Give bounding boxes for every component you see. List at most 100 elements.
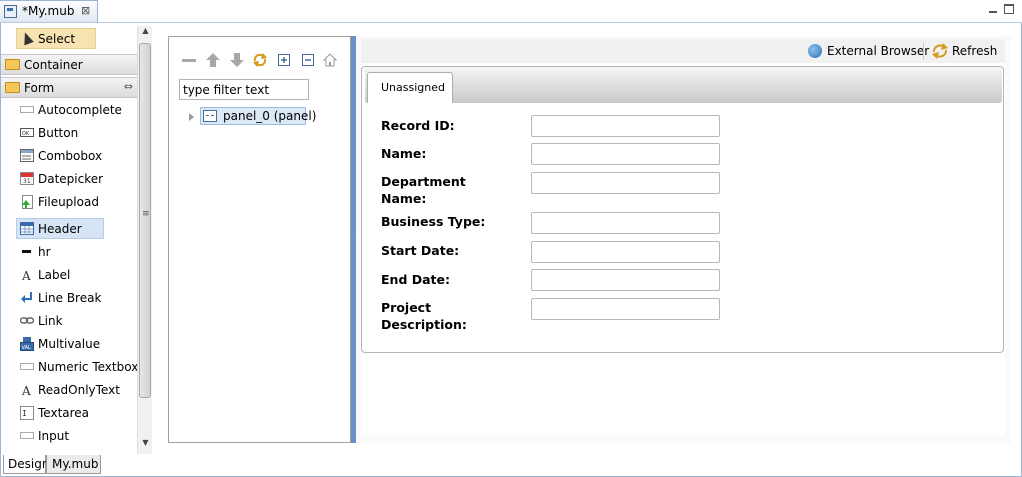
move-up-icon[interactable] (206, 53, 220, 67)
scrollbar-thumb[interactable] (139, 43, 151, 398)
maximize-icon[interactable] (1004, 4, 1014, 14)
tab-unassigned-label: Unassigned (381, 81, 445, 94)
tab-design[interactable]: Design (3, 455, 50, 474)
tab-design-label: Design (8, 457, 50, 471)
palette-item-label: ReadOnlyText (38, 383, 120, 397)
department-name-field[interactable] (531, 172, 720, 194)
expand-all-icon[interactable] (277, 53, 291, 67)
palette-item-multivalue[interactable]: VAL Multivalue (0, 333, 136, 355)
palette-item-readonlytext[interactable]: A ReadOnlyText (0, 379, 136, 401)
palette-item-label: Datepicker (38, 172, 104, 186)
palette-select-tool[interactable]: Select (16, 28, 96, 49)
end-date-label: End Date: (381, 272, 451, 287)
label-a-icon: A (20, 383, 34, 398)
palette-item-label: Header (38, 222, 82, 236)
textbox-icon (20, 429, 34, 442)
refresh-icon[interactable] (253, 53, 267, 67)
tab-source[interactable]: My.mub (46, 455, 101, 474)
editor-tab-strip (0, 0, 1022, 23)
upload-icon (20, 195, 34, 209)
end-date-field[interactable] (531, 269, 720, 291)
name-label: Name: (381, 146, 427, 161)
business-type-field[interactable] (531, 212, 720, 234)
toolbar-separator (923, 43, 924, 60)
tree-node-label: panel_0 (panel) (223, 109, 317, 123)
globe-icon (808, 44, 822, 58)
palette-item-label: Combobox (38, 149, 103, 163)
palette-scrollbar[interactable]: ▲ ▼ (137, 26, 152, 454)
drawer-form[interactable]: Form ⇔ (1, 77, 137, 98)
select-tool-label: Select (38, 32, 76, 46)
tab-source-label: My.mub (52, 457, 99, 471)
palette-item-textarea[interactable]: I Textarea (0, 402, 136, 424)
svg-text:I: I (22, 409, 27, 418)
record-id-field[interactable] (531, 115, 720, 137)
palette-item-label: Button (38, 126, 79, 140)
business-type-label: Business Type: (381, 214, 486, 229)
palette-item-hr[interactable]: hr (0, 241, 136, 263)
palette-item-button[interactable]: OK Button (0, 122, 136, 144)
project-description-field[interactable] (531, 298, 720, 320)
palette-item-label: Textarea (38, 406, 90, 420)
name-field[interactable] (531, 143, 720, 165)
move-down-icon[interactable] (230, 53, 244, 67)
sash-grip-icon[interactable] (351, 230, 362, 248)
drawer-container-label: Container (24, 58, 83, 72)
hr-line-icon (20, 245, 34, 258)
minimize-icon[interactable] (988, 4, 998, 14)
drawer-container[interactable]: Container (1, 54, 137, 75)
mub-file-icon (4, 5, 17, 18)
start-date-label: Start Date: (381, 243, 460, 258)
home-icon[interactable] (322, 53, 338, 67)
svg-text:VAL: VAL (22, 345, 32, 351)
collapse-all-icon[interactable] (301, 53, 315, 67)
palette-item-label: Link (38, 314, 63, 328)
palette-item-label: Input (38, 429, 70, 443)
palette-item-label: Line Break (38, 291, 102, 305)
collapse-icon[interactable]: ⇔ (124, 80, 133, 93)
scroll-up-arrow-icon[interactable]: ▲ (139, 26, 152, 40)
label-a-icon: A (20, 268, 34, 283)
folder-icon (5, 59, 20, 70)
tab-unassigned[interactable]: Unassigned (367, 72, 453, 103)
textbox-icon (20, 360, 34, 373)
scroll-down-arrow-icon[interactable]: ▼ (139, 438, 152, 452)
palette-item-fileupload[interactable]: Fileupload (0, 191, 136, 213)
project-description-label: Project Description: (381, 300, 467, 332)
calendar-icon: 31 (20, 172, 34, 185)
palette-item-numeric-textbox[interactable]: Numeric Textbox (0, 356, 139, 378)
external-browser-label: External Browser (827, 44, 930, 58)
palette-item-combobox[interactable]: Combobox (0, 145, 136, 167)
palette-item-datepicker[interactable]: 31 Datepicker (0, 168, 136, 190)
record-id-label: Record ID: (381, 118, 455, 133)
palette-item-label: hr (38, 245, 51, 259)
folder-open-icon (5, 82, 20, 93)
svg-text:OK: OK (22, 131, 30, 137)
panel-icon (203, 110, 217, 122)
editor-tab-my-mub[interactable]: *My.mub ⊠ (0, 0, 98, 22)
chain-link-icon (19, 314, 35, 327)
panel-tab-bar (365, 67, 1002, 103)
start-date-field[interactable] (531, 241, 720, 263)
palette-item-header[interactable]: Header (0, 218, 136, 240)
drawer-form-label: Form (24, 81, 55, 95)
close-icon[interactable]: ⊠ (81, 4, 90, 17)
svg-text:31: 31 (23, 178, 31, 185)
refresh-icon (932, 43, 948, 63)
tree-expand-arrow-icon[interactable] (189, 113, 194, 121)
palette-item-label: Multivalue (38, 337, 101, 351)
palette-item-label[interactable]: A Label (0, 264, 136, 286)
svg-text:A: A (21, 384, 31, 396)
tree-node-panel-0[interactable]: panel_0 (panel) (200, 107, 316, 125)
filter-input[interactable] (179, 79, 309, 100)
palette-item-autocomplete[interactable]: Autocomplete (0, 99, 136, 121)
remove-icon[interactable] (182, 53, 196, 67)
palette-item-link[interactable]: Link (0, 310, 136, 332)
header-table-icon (20, 222, 34, 235)
palette-item-line-break[interactable]: Line Break (0, 287, 136, 309)
department-name-label: Department Name: (381, 174, 466, 206)
svg-text:A: A (21, 269, 31, 281)
textbox-icon (20, 103, 34, 116)
palette-item-input[interactable]: Input (0, 425, 136, 447)
palette-item-label: Numeric Textbox (38, 360, 139, 374)
